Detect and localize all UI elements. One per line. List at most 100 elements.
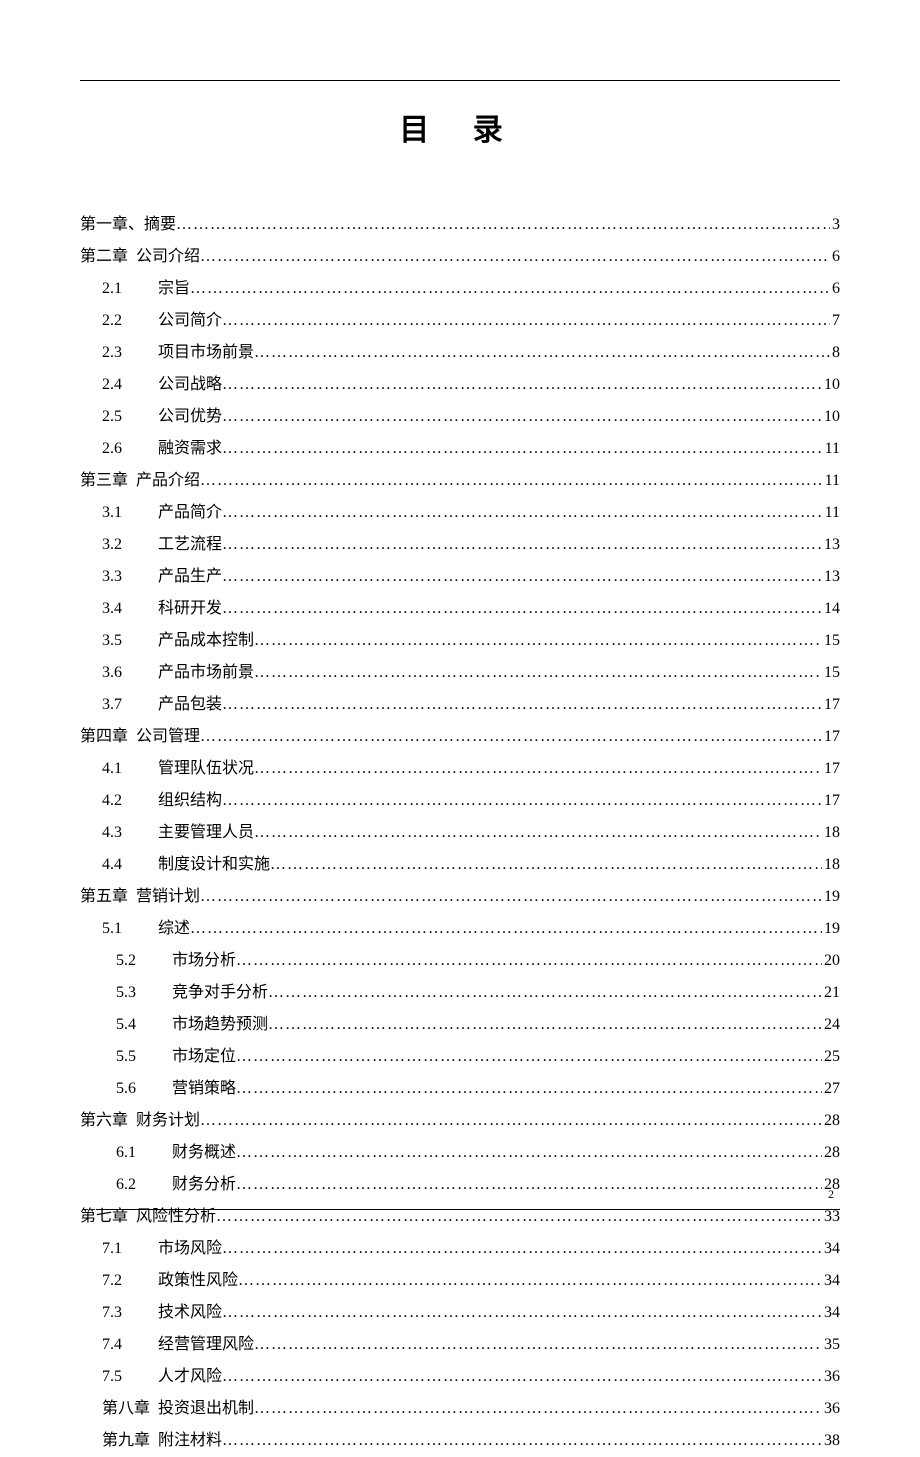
- toc-page: 7: [830, 305, 840, 337]
- toc-leader-dots: [222, 529, 822, 561]
- page-number: 2: [828, 1187, 834, 1202]
- toc-leader-dots: [222, 785, 822, 817]
- toc-leader-dots: [190, 273, 830, 305]
- toc-page: 27: [822, 1073, 840, 1105]
- toc-label: 政策性风险: [158, 1265, 238, 1297]
- toc-page: 17: [822, 721, 840, 753]
- toc-leader-dots: [222, 1425, 822, 1457]
- toc-leader-dots: [236, 945, 822, 977]
- toc-page: 19: [822, 881, 840, 913]
- toc-row: 5.3竞争对手分析21: [80, 977, 840, 1009]
- toc-row: 第七章风险性分析33: [80, 1201, 840, 1233]
- toc-page: 24: [822, 1009, 840, 1041]
- toc-label: 产品简介: [158, 497, 222, 529]
- toc-page: 33: [822, 1201, 840, 1233]
- toc-label: 经营管理风险: [158, 1329, 254, 1361]
- toc-page: 11: [823, 465, 840, 497]
- toc-leader-dots: [268, 977, 822, 1009]
- page-title: 目 录: [80, 105, 840, 149]
- toc-label: 人才风险: [158, 1361, 222, 1393]
- toc-row: 6.1财务概述28: [80, 1137, 840, 1169]
- toc-number: 5.6: [116, 1073, 172, 1105]
- toc-label: 摘要: [144, 209, 176, 241]
- toc-row: 6.2财务分析28: [80, 1169, 840, 1201]
- toc-page: 17: [822, 785, 840, 817]
- toc-row: 2.6融资需求11: [80, 433, 840, 465]
- toc-number: 2.5: [102, 401, 158, 433]
- toc-row: 5.4市场趋势预测24: [80, 1009, 840, 1041]
- toc-number: 第四章: [80, 721, 136, 753]
- toc-leader-dots: [254, 1329, 822, 1361]
- toc-leader-dots: [222, 689, 822, 721]
- toc-row: 2.2公司简介7: [80, 305, 840, 337]
- toc-number: 5.3: [116, 977, 172, 1009]
- toc-page: 21: [822, 977, 840, 1009]
- toc-number: 3.2: [102, 529, 158, 561]
- toc-number: 第五章: [80, 881, 136, 913]
- toc-row: 3.7产品包装17: [80, 689, 840, 721]
- toc-page: 10: [822, 401, 840, 433]
- toc-label: 综述: [158, 913, 190, 945]
- toc-row: 第八章投资退出机制36: [80, 1393, 840, 1425]
- toc-row: 7.5人才风险36: [80, 1361, 840, 1393]
- toc-number: 4.1: [102, 753, 158, 785]
- toc-page: 3: [830, 209, 840, 241]
- toc-page: 18: [822, 849, 840, 881]
- toc-label: 管理队伍状况: [158, 753, 254, 785]
- toc-number: 第二章: [80, 241, 136, 273]
- toc-row: 第四章公司管理17: [80, 721, 840, 753]
- toc-label: 财务计划: [136, 1105, 200, 1137]
- toc-leader-dots: [238, 1265, 822, 1297]
- toc-row: 7.1市场风险34: [80, 1233, 840, 1265]
- toc-leader-dots: [254, 625, 822, 657]
- header-rule: [80, 80, 840, 81]
- toc-row: 2.3项目市场前景8: [80, 337, 840, 369]
- toc-page: 15: [822, 625, 840, 657]
- toc-label: 公司优势: [158, 401, 222, 433]
- toc-row: 4.3主要管理人员18: [80, 817, 840, 849]
- toc-label: 产品成本控制: [158, 625, 254, 657]
- toc-page: 17: [822, 753, 840, 785]
- toc-number: 7.4: [102, 1329, 158, 1361]
- toc-label: 风险性分析: [136, 1201, 216, 1233]
- toc-page: 35: [822, 1329, 840, 1361]
- toc-number: 5.2: [116, 945, 172, 977]
- toc-row: 第六章财务计划28: [80, 1105, 840, 1137]
- toc-number: 3.1: [102, 497, 158, 529]
- toc-leader-dots: [254, 753, 822, 785]
- toc-row: 第九章附注材料38: [80, 1425, 840, 1457]
- toc-number: 6.1: [116, 1137, 172, 1169]
- toc-number: 5.1: [102, 913, 158, 945]
- toc-number: 3.4: [102, 593, 158, 625]
- toc-number: 2.2: [102, 305, 158, 337]
- toc-label: 产品市场前景: [158, 657, 254, 689]
- toc-row: 4.4制度设计和实施18: [80, 849, 840, 881]
- toc-label: 市场风险: [158, 1233, 222, 1265]
- toc-label: 产品包装: [158, 689, 222, 721]
- toc-leader-dots: [176, 209, 830, 241]
- toc-label: 公司介绍: [136, 241, 200, 273]
- toc-leader-dots: [254, 657, 822, 689]
- toc-number: 2.6: [102, 433, 158, 465]
- toc-number: 3.3: [102, 561, 158, 593]
- toc-row: 3.5产品成本控制 15: [80, 625, 840, 657]
- toc-label: 制度设计和实施: [158, 849, 270, 881]
- toc-number: 3.5: [102, 625, 158, 657]
- toc-leader-dots: [270, 849, 822, 881]
- toc-row: 3.6产品市场前景15: [80, 657, 840, 689]
- toc-page: 14: [822, 593, 840, 625]
- toc-page: 17: [822, 689, 840, 721]
- toc-page: 25: [822, 1041, 840, 1073]
- toc-leader-dots: [222, 593, 822, 625]
- toc-page: 34: [822, 1233, 840, 1265]
- table-of-contents: 第一章、摘要3第二章公司介绍62.1宗旨62.2公司简介72.3项目市场前景82…: [80, 209, 840, 1457]
- toc-label: 财务概述: [172, 1137, 236, 1169]
- toc-number: 第三章: [80, 465, 136, 497]
- toc-leader-dots: [200, 721, 822, 753]
- toc-label: 组织结构: [158, 785, 222, 817]
- toc-page: 6: [830, 273, 840, 305]
- toc-number: 4.2: [102, 785, 158, 817]
- toc-leader-dots: [236, 1137, 822, 1169]
- toc-number: 2.3: [102, 337, 158, 369]
- toc-leader-dots: [268, 1009, 822, 1041]
